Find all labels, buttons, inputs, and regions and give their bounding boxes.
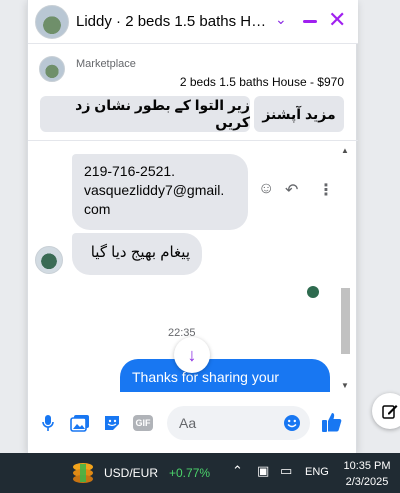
microphone-icon[interactable] [37, 412, 59, 434]
new-message-icon[interactable] [372, 393, 400, 429]
chevron-up-icon[interactable]: ⌃ [232, 463, 243, 479]
scroll-up-arrow-icon[interactable]: ▲ [341, 146, 349, 155]
incoming-message[interactable]: پیغام بھیج دیا گیا [72, 233, 202, 275]
message-list[interactable]: 219-716-2521. vasquezliddy7@gmail. com ☺… [28, 142, 358, 392]
image-icon[interactable] [69, 412, 91, 434]
more-options-icon[interactable]: ⋮ [318, 180, 334, 200]
scroll-down-arrow-icon[interactable]: ▼ [341, 381, 349, 390]
scrollbar[interactable]: ▲ ▼ [339, 146, 352, 390]
listing-thumbnail[interactable] [39, 56, 65, 82]
contact-avatar[interactable] [35, 5, 69, 39]
gif-icon[interactable]: GIF [133, 415, 153, 431]
language-indicator[interactable]: ENG [305, 466, 329, 478]
windows-taskbar: USD/EUR +0.77% ⌃ ▣ ▭ ENG 10:35 PM 2/3/20… [0, 453, 400, 493]
thumbs-up-icon[interactable] [321, 411, 343, 433]
listing-title[interactable]: 2 beds 1.5 baths House - $970 [180, 75, 344, 89]
ticker-pair[interactable]: USD/EUR [104, 466, 158, 480]
outgoing-message[interactable]: Thanks for sharing your [120, 359, 330, 392]
minimize-icon[interactable] [303, 20, 317, 23]
chevron-down-icon[interactable]: ⌄ [275, 11, 287, 28]
device-icon[interactable]: ▣ [257, 463, 269, 479]
arrow-down-icon[interactable]: ↓ [174, 337, 210, 373]
emoji-icon[interactable] [281, 412, 303, 434]
sticker-icon[interactable] [101, 412, 123, 434]
ticker-change[interactable]: +0.77% [169, 466, 210, 480]
clock-date: 2/3/2025 [345, 476, 389, 488]
network-icon[interactable]: ▭ [280, 463, 292, 479]
divider [28, 140, 358, 141]
incoming-message[interactable]: 219-716-2521. vasquezliddy7@gmail. com [72, 154, 248, 230]
chat-window: Liddy · 2 beds 1.5 baths House - $970 ⌄ … [27, 0, 358, 453]
marketplace-label: Marketplace [76, 58, 136, 70]
clock[interactable]: 10:35 PM 2/3/2025 [342, 458, 392, 490]
sender-avatar[interactable] [35, 246, 63, 274]
chat-title[interactable]: Liddy · 2 beds 1.5 baths House - $970 [76, 13, 271, 30]
message-text-line: com [84, 201, 111, 217]
clock-time: 10:35 PM [343, 460, 391, 472]
message-composer: GIF [28, 400, 358, 446]
more-options-button[interactable]: مزید آپشنز [254, 96, 344, 132]
chat-header: Liddy · 2 beds 1.5 baths House - $970 ⌄ … [28, 0, 358, 44]
mark-as-pending-button[interactable]: زیر التوا کے بطور نشان زد کریں [40, 96, 250, 132]
marketplace-banner: Marketplace 2 beds 1.5 baths House - $97… [28, 46, 358, 94]
scrollbar-thumb[interactable] [341, 288, 350, 354]
stock-ticker-icon[interactable] [71, 462, 95, 484]
react-emoji-icon[interactable]: ☺ [258, 180, 274, 198]
reply-icon[interactable]: ↶ [285, 180, 298, 200]
seen-indicator-avatar [307, 286, 319, 298]
close-icon[interactable]: ✕ [328, 9, 346, 31]
listing-actions: مزید آپشنز زیر التوا کے بطور نشان زد کری… [28, 96, 358, 134]
message-text-line: vasquezliddy7@gmail. [84, 182, 225, 198]
message-text-line: 219-716-2521. [84, 163, 176, 179]
